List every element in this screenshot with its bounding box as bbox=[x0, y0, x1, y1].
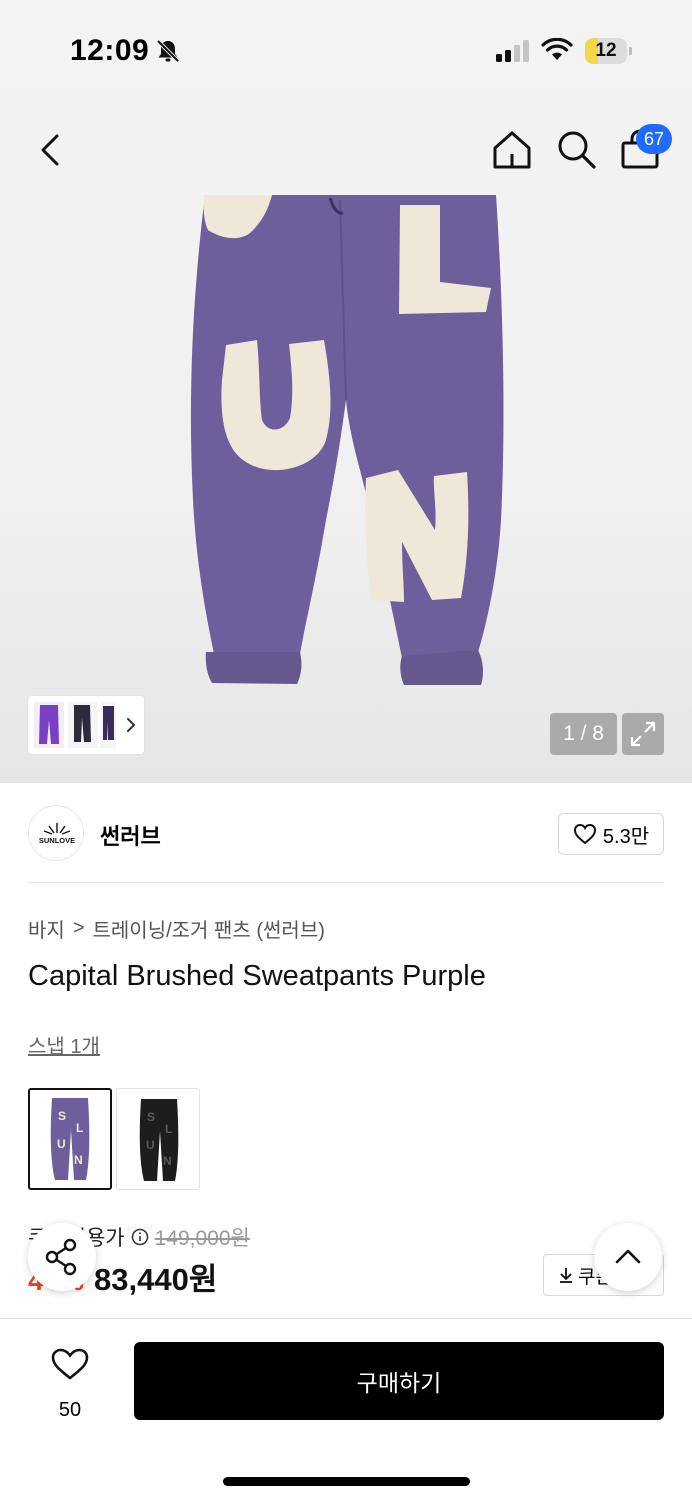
bottom-action-bar: 50 구매하기 bbox=[0, 1318, 692, 1500]
swatch-black-image: S L U N bbox=[139, 1099, 179, 1181]
status-bar: 12:09 12 bbox=[0, 0, 692, 100]
download-icon bbox=[560, 1268, 572, 1283]
product-gallery[interactable]: 12:09 12 67 1 / 8 bbox=[0, 0, 692, 783]
thumbnail-strip[interactable] bbox=[28, 696, 144, 754]
wifi-icon bbox=[541, 38, 573, 60]
sunlove-logo-icon: SUNLOVE bbox=[39, 823, 75, 845]
brand-name[interactable]: 썬러브 bbox=[100, 819, 161, 851]
swatch-purple-image: S L U N bbox=[50, 1098, 90, 1180]
divider bbox=[28, 882, 664, 883]
search-button[interactable] bbox=[555, 128, 599, 172]
svg-text:S: S bbox=[58, 1109, 66, 1123]
wishlist-count: 50 bbox=[58, 1399, 82, 1421]
buy-button[interactable]: 구매하기 bbox=[134, 1342, 664, 1420]
chevron-left-icon bbox=[41, 134, 59, 166]
search-icon bbox=[558, 131, 596, 169]
chevron-right-icon bbox=[127, 718, 135, 732]
svg-text:N: N bbox=[74, 1153, 83, 1167]
info-icon[interactable] bbox=[131, 1228, 149, 1246]
cart-count-badge: 67 bbox=[636, 124, 672, 154]
expand-icon bbox=[630, 721, 656, 747]
chevron-up-icon bbox=[615, 1249, 641, 1264]
expand-button[interactable] bbox=[622, 713, 664, 755]
home-indicator bbox=[223, 1477, 470, 1486]
breadcrumb-separator: > bbox=[72, 917, 85, 939]
svg-text:L: L bbox=[165, 1122, 172, 1136]
back-button[interactable] bbox=[30, 128, 70, 172]
color-option-purple[interactable]: S L U N bbox=[28, 1088, 112, 1190]
brand-like-button[interactable]: 5.3만 bbox=[558, 813, 664, 855]
breadcrumb-category[interactable]: 바지 bbox=[28, 914, 65, 943]
heart-icon bbox=[573, 823, 596, 845]
share-icon bbox=[45, 1238, 77, 1276]
final-price: 83,440원 bbox=[94, 1262, 218, 1297]
product-title: Capital Brushed Sweatpants Purple bbox=[28, 960, 486, 992]
share-button[interactable] bbox=[28, 1223, 96, 1291]
heart-icon bbox=[51, 1348, 89, 1380]
silent-mode-icon bbox=[156, 39, 180, 63]
thumbnail-images bbox=[34, 702, 135, 748]
svg-text:U: U bbox=[146, 1138, 155, 1152]
brand-logo[interactable]: SUNLOVE bbox=[28, 805, 84, 861]
breadcrumb: 바지 > 트레이닝/조거 팬츠 (썬러브) bbox=[28, 914, 325, 943]
image-counter: 1 / 8 bbox=[550, 713, 617, 755]
color-option-black[interactable]: S L U N bbox=[116, 1088, 200, 1190]
snap-link[interactable]: 스냅 1개 bbox=[28, 1030, 100, 1059]
svg-text:SUNLOVE: SUNLOVE bbox=[39, 836, 75, 845]
wishlist-button[interactable]: 50 bbox=[40, 1347, 100, 1421]
brand-row[interactable]: SUNLOVE 썬러브 5.3만 bbox=[28, 803, 664, 863]
svg-text:S: S bbox=[147, 1110, 155, 1124]
svg-text:U: U bbox=[57, 1137, 66, 1151]
battery-indicator: 12 bbox=[585, 38, 632, 64]
svg-text:L: L bbox=[76, 1121, 83, 1135]
brand-like-count: 5.3만 bbox=[602, 825, 650, 848]
scroll-to-top-button[interactable] bbox=[594, 1223, 662, 1291]
home-icon bbox=[493, 131, 531, 169]
svg-text:N: N bbox=[163, 1154, 172, 1168]
product-image bbox=[190, 195, 504, 685]
cellular-signal-icon bbox=[496, 40, 529, 62]
breadcrumb-subcategory[interactable]: 트레이닝/조거 팬츠 (썬러브) bbox=[93, 914, 325, 943]
original-price: 149,000원 bbox=[154, 1227, 250, 1250]
home-button[interactable] bbox=[490, 128, 534, 172]
status-time: 12:09 bbox=[70, 34, 150, 67]
